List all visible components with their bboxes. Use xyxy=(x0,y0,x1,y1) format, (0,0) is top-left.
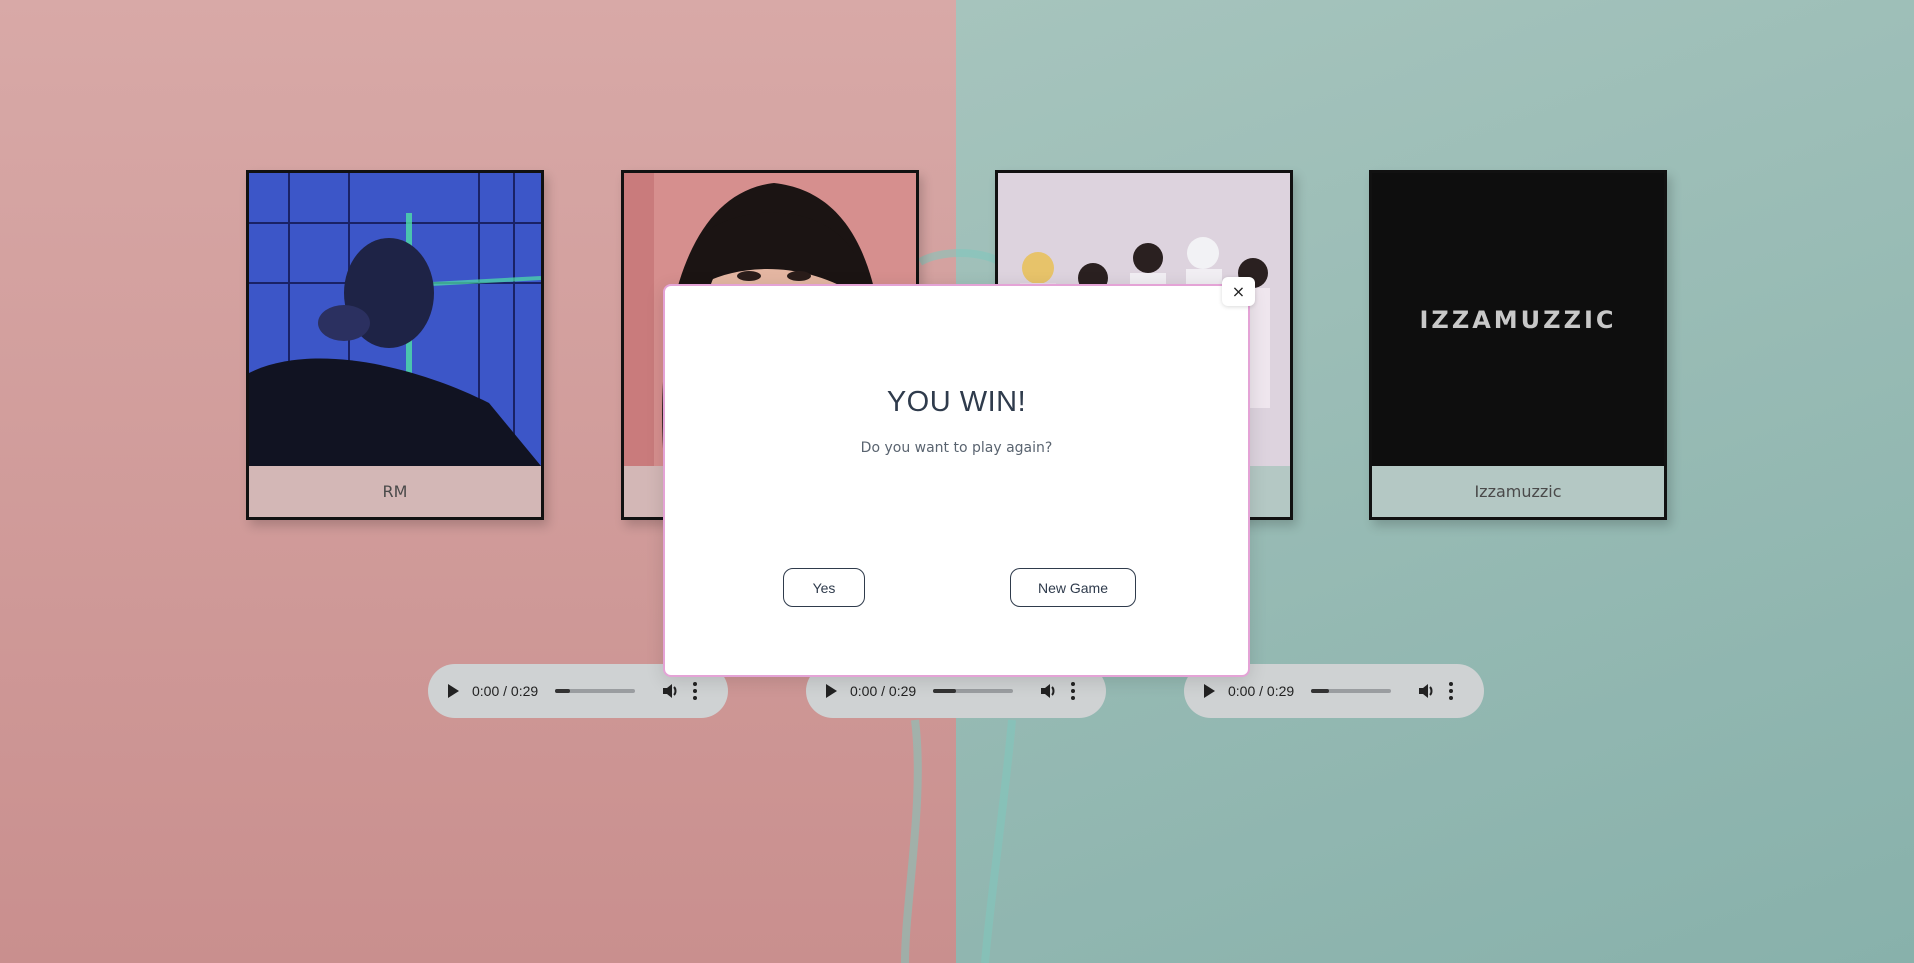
artist-name: RM xyxy=(249,466,541,517)
audio-progress-slider[interactable] xyxy=(933,689,1014,693)
play-icon[interactable] xyxy=(826,684,837,698)
close-icon[interactable]: × xyxy=(1222,277,1255,306)
yes-button[interactable]: Yes xyxy=(783,568,865,607)
artist-name: Izzamuzzic xyxy=(1372,466,1664,517)
artist-card-izzamuzzic[interactable]: IZZAMUZZIC Izzamuzzic xyxy=(1369,170,1667,520)
audio-progress-slider[interactable] xyxy=(555,689,636,693)
volume-icon[interactable] xyxy=(1417,682,1435,700)
dialog-subtitle: Do you want to play again? xyxy=(860,440,1053,456)
artist-image xyxy=(249,173,541,466)
volume-icon[interactable] xyxy=(1039,682,1057,700)
new-game-button[interactable]: New Game xyxy=(1010,568,1136,607)
artist-image: IZZAMUZZIC xyxy=(1372,173,1664,466)
audio-progress-fill xyxy=(555,689,570,693)
more-options-icon[interactable] xyxy=(693,682,698,700)
artist-card-rm[interactable]: RM xyxy=(246,170,544,520)
more-options-icon[interactable] xyxy=(1449,682,1454,700)
more-options-icon[interactable] xyxy=(1071,682,1076,700)
audio-time: 0:00 / 0:29 xyxy=(1228,683,1295,699)
play-icon[interactable] xyxy=(448,684,459,698)
play-icon[interactable] xyxy=(1204,684,1215,698)
audio-progress-fill xyxy=(1311,689,1329,693)
win-dialog: YOU WIN! Do you want to play again? Yes … xyxy=(663,284,1250,677)
audio-time: 0:00 / 0:29 xyxy=(850,683,917,699)
audio-progress-fill xyxy=(933,689,956,693)
audio-time: 0:00 / 0:29 xyxy=(472,683,539,699)
volume-icon[interactable] xyxy=(661,682,679,700)
audio-progress-slider[interactable] xyxy=(1311,689,1392,693)
dialog-title: YOU WIN! xyxy=(886,386,1027,418)
logo-wordmark: IZZAMUZZIC xyxy=(1419,305,1617,334)
